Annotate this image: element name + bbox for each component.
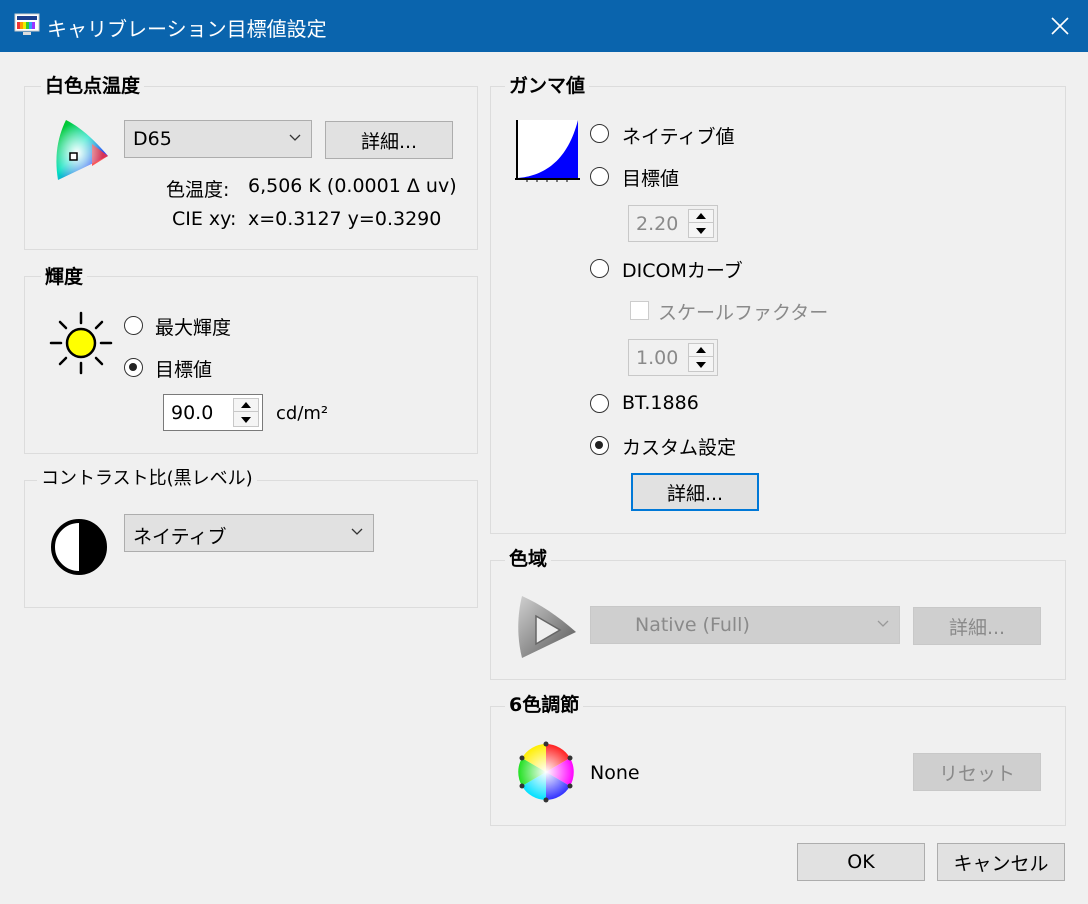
gamma-bt1886-label[interactable]: BT.1886 <box>622 392 699 414</box>
gamut-value: Native (Full) <box>635 614 750 636</box>
gamut-detail-button[interactable]: 詳細... <box>913 607 1041 645</box>
luminance-value: 90.0 <box>171 402 214 424</box>
luminance-label: 輝度 <box>41 266 88 288</box>
cie-label: CIE xy: <box>172 208 237 230</box>
gamma-target-radio[interactable] <box>590 167 609 186</box>
triangle-down-icon <box>696 361 706 368</box>
gamut-icon <box>514 594 578 660</box>
gamma-dicom-radio[interactable] <box>590 259 609 278</box>
chromaticity-icon <box>52 118 110 184</box>
gamut-select[interactable]: Native (Full) <box>590 606 900 644</box>
spin-down-button[interactable] <box>689 224 713 237</box>
gamma-custom-radio[interactable] <box>590 436 609 455</box>
app-icon <box>14 13 40 37</box>
gamma-target-label[interactable]: 目標値 <box>622 164 679 191</box>
sun-icon <box>48 310 114 376</box>
luminance-value-spinner[interactable]: 90.0 <box>163 394 263 431</box>
six-color-reset-button[interactable]: リセット <box>913 753 1041 791</box>
gamma-target-spinner[interactable]: 2.20 <box>628 205 718 242</box>
window-title: キャリブレーション目標値設定 <box>47 17 327 41</box>
chevron-down-icon <box>877 620 889 627</box>
spin-down-button[interactable] <box>689 358 713 371</box>
luminance-max-radio[interactable] <box>124 316 143 335</box>
scale-factor-checkbox[interactable] <box>630 301 649 320</box>
gamma-bt1886-radio[interactable] <box>590 394 609 413</box>
contrast-value: ネイティブ <box>133 526 227 548</box>
scale-factor-spinner[interactable]: 1.00 <box>628 339 718 376</box>
white-point-detail-button[interactable]: 詳細... <box>325 121 453 159</box>
triangle-up-icon <box>241 402 251 408</box>
title-bar: キャリブレーション目標値設定 <box>0 0 1088 52</box>
color-temp-label: 色温度: <box>166 179 230 201</box>
contrast-label: コントラスト比(黒レベル) <box>37 468 257 490</box>
six-color-label: 6色調節 <box>505 694 584 716</box>
color-wheel-icon <box>514 740 578 804</box>
cancel-button[interactable]: キャンセル <box>937 843 1065 881</box>
spin-down-button[interactable] <box>234 413 258 426</box>
white-point-preset-select[interactable]: D65 <box>124 120 312 158</box>
triangle-up-icon <box>696 347 706 353</box>
six-color-value: None <box>590 762 640 784</box>
gamma-curve-icon <box>512 118 582 184</box>
gamma-target-value: 2.20 <box>636 213 679 235</box>
ok-button[interactable]: OK <box>797 843 925 881</box>
spin-up-button[interactable] <box>234 399 258 412</box>
gamma-custom-label[interactable]: カスタム設定 <box>622 433 736 460</box>
gamma-dicom-label[interactable]: DICOMカーブ <box>622 256 743 283</box>
luminance-max-label[interactable]: 最大輝度 <box>155 313 231 340</box>
luminance-target-label[interactable]: 目標値 <box>155 355 212 382</box>
gamma-native-radio[interactable] <box>590 124 609 143</box>
gamma-label: ガンマ値 <box>505 75 590 97</box>
close-button[interactable] <box>1032 0 1088 52</box>
close-icon <box>1051 17 1069 35</box>
cie-value: x=0.3127 y=0.3290 <box>248 208 442 230</box>
scale-factor-value: 1.00 <box>636 347 679 369</box>
chevron-down-icon <box>289 134 301 141</box>
luminance-unit: cd/m² <box>276 403 329 424</box>
triangle-down-icon <box>241 416 251 423</box>
chevron-down-icon <box>351 528 363 535</box>
gamma-native-label[interactable]: ネイティブ値 <box>622 122 734 149</box>
contrast-select[interactable]: ネイティブ <box>124 514 374 552</box>
white-point-preset-value: D65 <box>133 128 172 150</box>
color-temp-value: 6,506 K (0.0001 Δ uv) <box>248 175 457 197</box>
scale-factor-label: スケールファクター <box>658 302 829 324</box>
triangle-down-icon <box>696 227 706 234</box>
white-point-label: 白色点温度 <box>41 75 145 97</box>
luminance-target-radio[interactable] <box>124 358 143 377</box>
spin-up-button[interactable] <box>689 344 713 357</box>
triangle-up-icon <box>696 213 706 219</box>
gamma-detail-button[interactable]: 詳細... <box>631 473 759 511</box>
spin-up-button[interactable] <box>689 210 713 223</box>
contrast-icon <box>50 518 108 576</box>
gamut-label: 色域 <box>505 548 552 570</box>
